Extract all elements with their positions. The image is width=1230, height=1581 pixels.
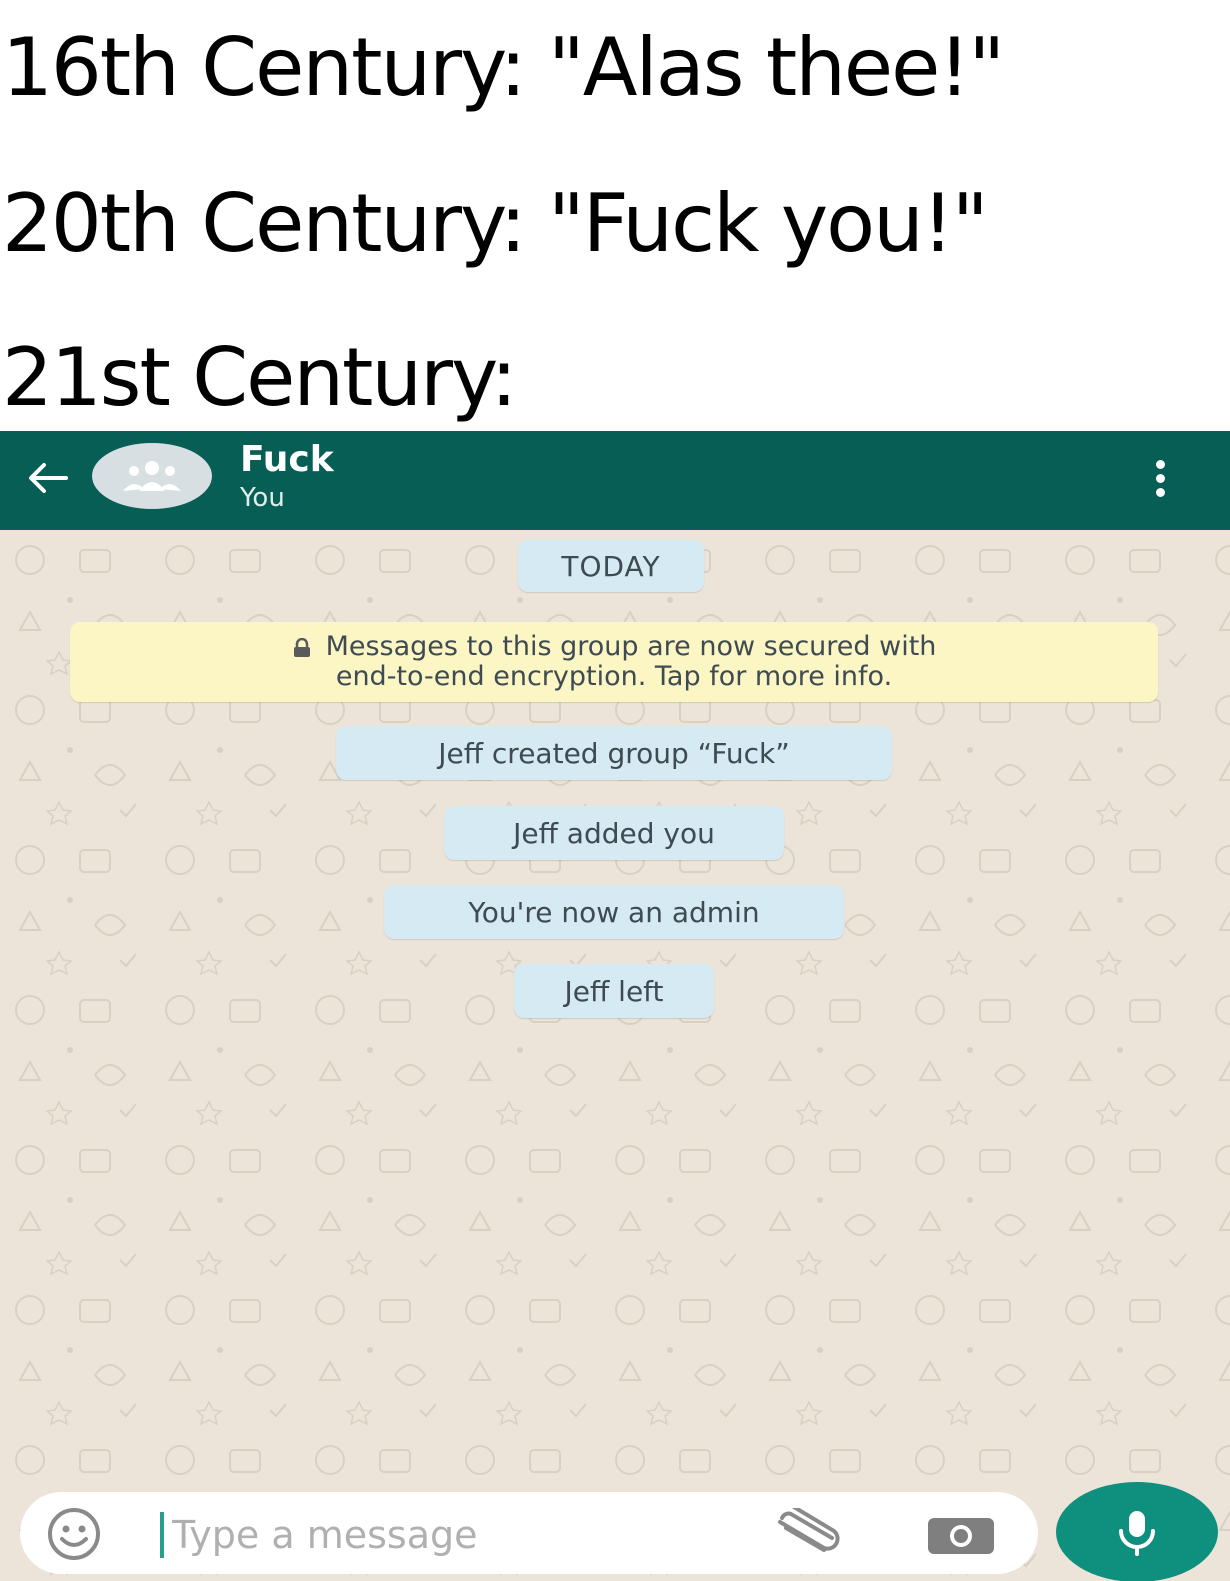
group-avatar[interactable] bbox=[92, 443, 212, 509]
more-vertical-icon bbox=[1155, 459, 1165, 469]
mic-icon bbox=[1119, 1511, 1155, 1556]
voice-record-button[interactable] bbox=[1056, 1482, 1218, 1581]
chat-area[interactable]: TODAY Messages to this group are now sec… bbox=[0, 530, 1230, 1581]
encryption-text-2: end-to-end encryption. Tap for more info… bbox=[335, 661, 893, 692]
emoji-icon[interactable] bbox=[46, 1506, 102, 1562]
system-message: Jeff added you bbox=[444, 806, 784, 860]
camera-icon[interactable] bbox=[926, 1512, 996, 1556]
encryption-notice[interactable]: Messages to this group are now secured w… bbox=[70, 622, 1158, 702]
chat-screen: Fuck You TODAY Messages to this group ar… bbox=[0, 431, 1230, 1581]
system-message: You're now an admin bbox=[384, 885, 844, 939]
back-arrow-icon bbox=[29, 463, 68, 493]
caption-line-16th-century: 16th Century: "Alas thee!" bbox=[2, 21, 1005, 114]
chat-subtitle[interactable]: You bbox=[240, 483, 285, 513]
text-cursor bbox=[160, 1512, 164, 1558]
message-input[interactable] bbox=[170, 1506, 734, 1564]
more-options-button[interactable] bbox=[1135, 453, 1185, 503]
back-button[interactable] bbox=[18, 453, 78, 503]
chat-header: Fuck You bbox=[0, 431, 1230, 530]
attach-icon[interactable] bbox=[772, 1508, 846, 1560]
system-message: Jeff created group “Fuck” bbox=[336, 726, 892, 780]
date-chip: TODAY bbox=[518, 540, 704, 592]
more-vertical-icon-dot bbox=[1155, 473, 1165, 483]
group-avatar-icon bbox=[123, 461, 181, 491]
caption-line-21st-century: 21st Century: bbox=[2, 331, 517, 424]
system-message: Jeff left bbox=[514, 964, 714, 1018]
message-composer bbox=[20, 1492, 1038, 1574]
chat-title[interactable]: Fuck bbox=[240, 439, 334, 480]
lock-icon bbox=[293, 637, 310, 657]
more-vertical-icon-dot bbox=[1155, 487, 1165, 497]
caption-line-20th-century: 20th Century: "Fuck you!" bbox=[2, 177, 989, 270]
encryption-text-1: Messages to this group are now secured w… bbox=[325, 631, 937, 662]
encryption-notice-line-1: Messages to this group are now secured w… bbox=[70, 632, 1158, 662]
